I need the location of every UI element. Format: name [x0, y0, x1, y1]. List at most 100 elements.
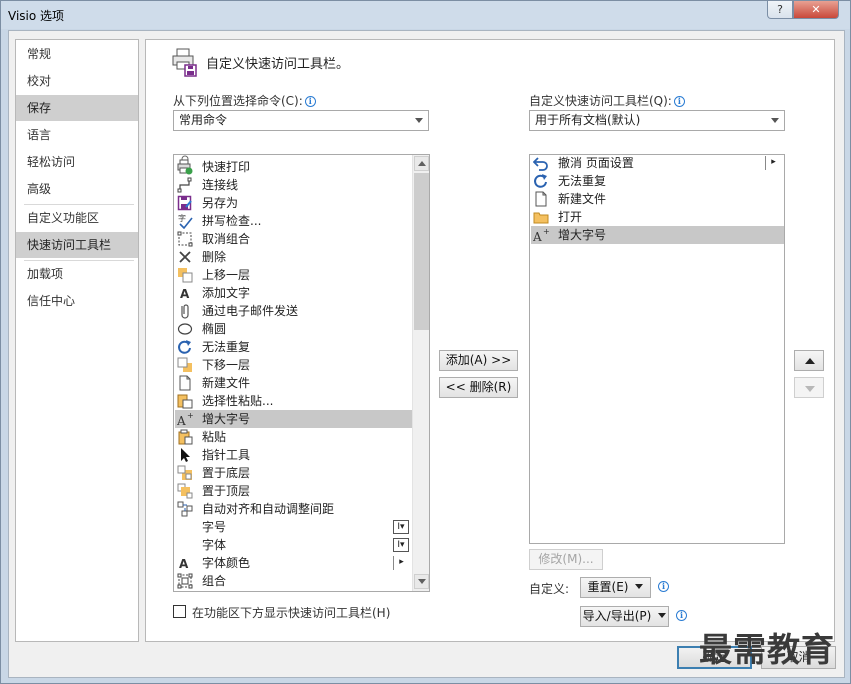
list-item[interactable]: 上移一层 [175, 266, 412, 284]
scroll-thumb[interactable] [414, 173, 429, 330]
quick-print-icon [177, 159, 193, 175]
nav-item-advanced[interactable]: 高级 [16, 176, 138, 202]
nav-item-add-ins[interactable]: 加载项 [16, 261, 138, 287]
connector-icon [177, 177, 192, 193]
help-button[interactable]: ? [767, 1, 793, 19]
list-item[interactable]: 连接线 [175, 176, 412, 194]
font-color-icon: A [179, 557, 189, 571]
save-as-icon [177, 195, 192, 211]
list-item[interactable]: 置于顶层 [175, 482, 412, 500]
nav-item-proofing[interactable]: 校对 [16, 68, 138, 94]
group-icon [177, 573, 193, 589]
list-item[interactable]: 置于底层 [175, 464, 412, 482]
nav-item-customize-ribbon[interactable]: 自定义功能区 [16, 205, 138, 231]
redo-icon [534, 174, 547, 188]
ungroup-icon [177, 231, 193, 247]
chevron-down-icon [771, 118, 779, 123]
add-text-icon: A [180, 287, 190, 301]
text-dropdown-icon: I▾ [393, 538, 409, 552]
list-item[interactable]: 新建文件 [175, 374, 412, 392]
bring-to-front-icon [177, 483, 193, 499]
list-item[interactable]: 取消组合 [175, 230, 412, 248]
list-item-label: 字体颜色 [202, 556, 251, 570]
close-button[interactable]: ✕ [793, 1, 839, 19]
delete-icon [179, 251, 191, 263]
modify-button[interactable]: 修改(M)... [529, 549, 603, 570]
list-item-label: 字体 [202, 538, 227, 552]
list-item[interactable]: 自动对齐和自动调整间距 [175, 500, 412, 518]
list-item[interactable]: A 添加文字 [175, 284, 412, 302]
commands-scrollbar[interactable] [412, 155, 429, 591]
svg-text:+: + [543, 227, 549, 236]
info-icon: i [676, 610, 687, 621]
choose-commands-dropdown[interactable]: 常用命令 [173, 110, 429, 131]
show-below-ribbon-checkbox[interactable] [173, 605, 186, 618]
grow-font-icon: A+ [533, 227, 549, 243]
move-up-button[interactable] [794, 350, 824, 371]
info-icon: i [658, 581, 669, 592]
list-item[interactable]: 新建文件 [531, 190, 784, 208]
spelling-icon: 字 [178, 213, 193, 229]
list-item[interactable]: 字体 I▾ [175, 536, 412, 554]
text-dropdown-icon: I▾ [393, 520, 409, 534]
move-down-button[interactable] [794, 377, 824, 398]
watermark-logo: 最需教育 [699, 630, 835, 669]
list-item[interactable]: 指针工具 [175, 446, 412, 464]
auto-align-icon [177, 501, 193, 517]
scroll-down-button[interactable] [414, 574, 429, 589]
toolbar-scope-dropdown[interactable]: 用于所有文档(默认) [529, 110, 785, 131]
send-backward-icon [177, 357, 192, 372]
list-item[interactable]: 字 拼写检查... [175, 212, 412, 230]
list-item[interactable]: 无法重复 [175, 338, 412, 356]
list-item[interactable]: A+ 增大字号 [531, 226, 784, 244]
list-item[interactable]: 选择性粘贴... [175, 392, 412, 410]
pointer-icon [181, 448, 190, 462]
list-item-label: 粘贴 [202, 430, 227, 444]
svg-text:+: + [187, 411, 193, 420]
arrow-down-icon [805, 386, 815, 392]
info-icon: i [673, 96, 685, 107]
nav-item-accessibility[interactable]: 轻松访问 [16, 149, 138, 175]
list-item[interactable]: 另存为 [175, 194, 412, 212]
list-item[interactable]: 打开 [531, 208, 784, 226]
list-item[interactable]: 删除 [175, 248, 412, 266]
arrow-down-icon [418, 579, 426, 584]
toolbar-commands-list[interactable]: 撤消 页面设置 ▸ 无法重复新建文件打开 A+ 增大字号 [529, 154, 785, 544]
open-folder-icon [533, 212, 549, 224]
svg-text:A: A [533, 230, 542, 243]
undo-icon [533, 157, 548, 171]
paste-special-icon [177, 394, 193, 409]
list-item-label: 置于底层 [202, 466, 251, 480]
add-button[interactable]: 添加(A) >> [439, 350, 518, 371]
show-below-ribbon-label: 在功能区下方显示快速访问工具栏(H) [192, 606, 391, 620]
nav-item-trust-center[interactable]: 信任中心 [16, 288, 138, 314]
list-item-label: 撤消 页面设置 [558, 156, 634, 170]
list-item-label: 拼写检查... [202, 214, 262, 228]
nav-item-language[interactable]: 语言 [16, 122, 138, 148]
available-commands-list[interactable]: 快速打印 连接线 另存为字 拼写检查... 取消组合 删除 上移一层 A 添加文字 通过电子邮件发… [173, 154, 430, 592]
list-item[interactable]: 撤消 页面设置 ▸ [531, 155, 784, 172]
list-item[interactable]: 粘贴 [175, 428, 412, 446]
list-item[interactable]: A 字体颜色 ▸ [175, 554, 412, 572]
reset-dropdown-button[interactable]: 重置(E) [580, 577, 651, 598]
nav-item-quick-access-toolbar[interactable]: 快速访问工具栏 [16, 232, 138, 258]
import-export-dropdown-button[interactable]: 导入/导出(P) [580, 606, 669, 627]
list-item[interactable]: 快速打印 [175, 158, 412, 176]
arrow-up-icon [805, 358, 815, 364]
remove-button[interactable]: << 删除(R) [439, 377, 518, 398]
quick-access-toolbar-icon [172, 48, 197, 77]
scroll-up-button[interactable] [414, 156, 429, 171]
nav-item-general[interactable]: 常规 [16, 41, 138, 67]
list-item[interactable]: 通过电子邮件发送 [175, 302, 412, 320]
list-item[interactable]: 组合 [175, 572, 412, 590]
list-item-label: 打开 [558, 210, 583, 224]
list-item[interactable]: 下移一层 [175, 356, 412, 374]
list-item[interactable]: 无法重复 [531, 172, 784, 190]
chevron-down-icon [635, 584, 644, 589]
list-item-label: 添加文字 [202, 286, 251, 300]
list-item-label: 新建文件 [558, 192, 607, 206]
nav-item-save[interactable]: 保存 [16, 95, 138, 121]
list-item[interactable]: A+ 增大字号 [175, 410, 412, 428]
list-item[interactable]: 椭圆 [175, 320, 412, 338]
list-item[interactable]: 字号 I▾ [175, 518, 412, 536]
